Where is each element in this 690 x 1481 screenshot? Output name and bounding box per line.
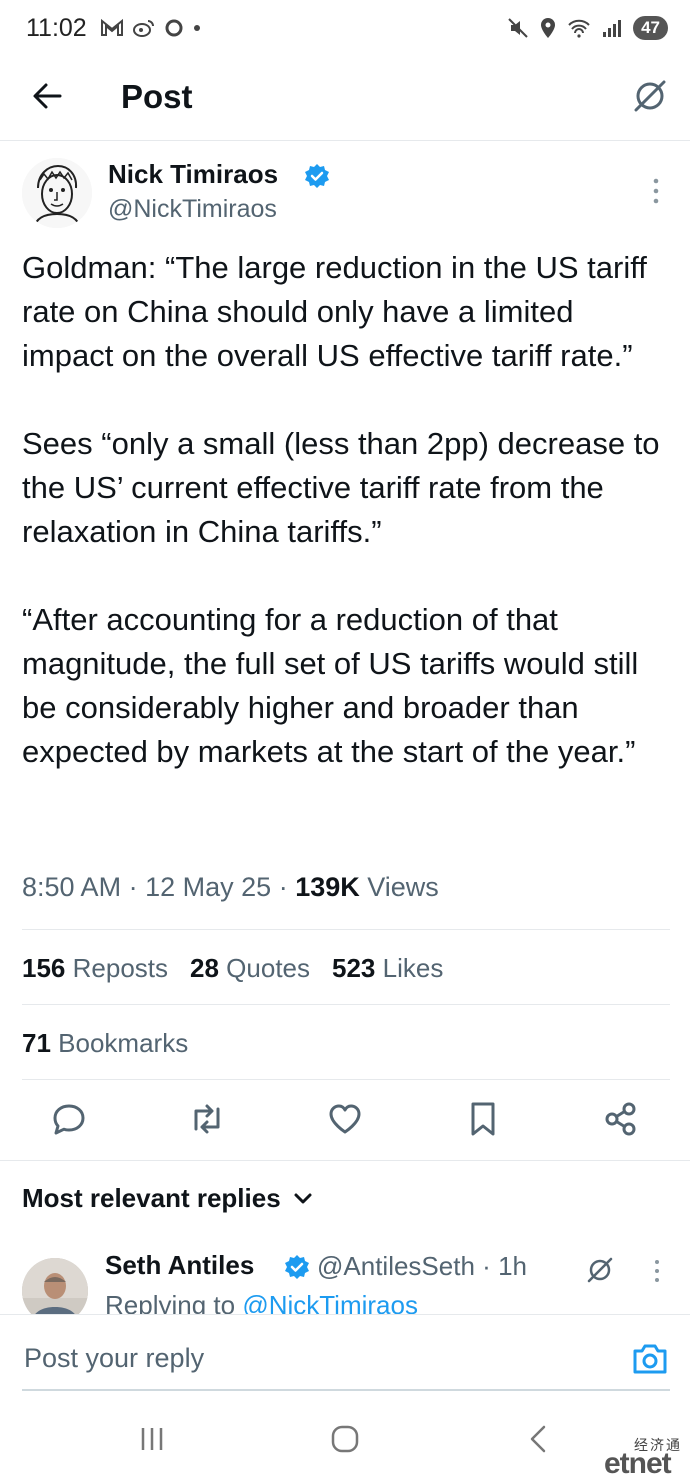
- post-text: Goldman: “The large reduction in the US …: [22, 246, 672, 774]
- system-back-button[interactable]: [516, 1419, 560, 1459]
- more-vertical-icon: [653, 178, 659, 204]
- bookmark-button[interactable]: [461, 1097, 505, 1141]
- mute-icon: [508, 18, 528, 38]
- weibo-icon: [133, 20, 154, 37]
- reposts-count: 156: [22, 953, 66, 983]
- signal-icon: [603, 20, 622, 37]
- bookmarks-label: Bookmarks: [58, 1028, 189, 1058]
- sketch-portrait-icon: [22, 158, 92, 228]
- more-options-button[interactable]: [647, 176, 665, 206]
- camera-icon: [633, 1344, 667, 1374]
- quotes-stat[interactable]: 28 Quotes: [190, 953, 310, 984]
- grok-button[interactable]: [630, 76, 670, 116]
- actions-divider: [0, 1160, 690, 1161]
- quotes-label: Quotes: [226, 953, 310, 983]
- bookmarks-divider: [22, 1079, 670, 1080]
- circle-app-icon: [165, 19, 183, 37]
- verified-badge-icon: [284, 1254, 310, 1280]
- views-count: 139K: [295, 872, 360, 902]
- location-icon: [541, 18, 556, 38]
- grok-icon: [634, 80, 666, 112]
- home-button[interactable]: [323, 1419, 367, 1459]
- reply-more-options-button[interactable]: [650, 1258, 664, 1286]
- share-icon: [605, 1102, 636, 1136]
- repost-button[interactable]: [185, 1097, 229, 1141]
- status-left-icons: [100, 18, 202, 38]
- bookmarks-stat[interactable]: 71 Bookmarks: [22, 1028, 188, 1059]
- composer-underline: [22, 1389, 670, 1391]
- post-paragraph: Goldman: “The large reduction in the US …: [22, 250, 647, 373]
- post-time[interactable]: 8:50 AM: [22, 872, 121, 902]
- meta-divider: [22, 929, 670, 930]
- like-button[interactable]: [323, 1097, 367, 1141]
- reply-input[interactable]: [22, 1337, 586, 1379]
- author-name[interactable]: Nick Timiraos: [108, 159, 278, 190]
- like-icon: [329, 1104, 361, 1134]
- back-button[interactable]: [28, 76, 68, 116]
- author-avatar[interactable]: [22, 158, 92, 228]
- recent-apps-button[interactable]: [130, 1419, 174, 1459]
- views-label: Views: [367, 872, 439, 902]
- bookmark-icon: [471, 1102, 495, 1136]
- watermark-logo: etnet: [604, 1447, 672, 1480]
- reposts-stat[interactable]: 156 Reposts: [22, 953, 168, 984]
- status-time: 11:02: [26, 14, 87, 42]
- status-right-icons: 47: [507, 16, 668, 40]
- replies-sort-dropdown[interactable]: Most relevant replies: [22, 1183, 313, 1214]
- header-divider: [0, 140, 690, 141]
- reply-handle[interactable]: @AntilesSeth: [317, 1251, 475, 1281]
- reposts-label: Reposts: [72, 953, 169, 983]
- recent-apps-icon: [141, 1428, 163, 1450]
- dot-icon: [194, 25, 200, 31]
- likes-count: 523: [332, 953, 376, 983]
- bookmarks-count: 71: [22, 1028, 51, 1058]
- home-icon: [331, 1425, 359, 1453]
- share-button[interactable]: [599, 1097, 643, 1141]
- post-paragraph: Sees “only a small (less than 2pp) decre…: [22, 426, 660, 549]
- grok-icon: [587, 1257, 613, 1283]
- verified-badge-icon: [304, 163, 330, 189]
- meta-separator: ·: [482, 1251, 491, 1281]
- author-handle[interactable]: @NickTimiraos: [108, 195, 277, 224]
- camera-button[interactable]: [630, 1341, 670, 1377]
- likes-stat[interactable]: 523 Likes: [332, 953, 443, 984]
- likes-label: Likes: [382, 953, 444, 983]
- post-date[interactable]: 12 May 25: [145, 872, 271, 902]
- reply-icon: [53, 1104, 85, 1135]
- more-vertical-icon: [655, 1260, 659, 1282]
- stats-divider: [22, 1004, 670, 1005]
- battery-indicator: 47: [633, 16, 668, 40]
- wifi-icon: [568, 19, 590, 38]
- replies-header-label: Most relevant replies: [22, 1183, 281, 1213]
- page-title: Post: [121, 78, 193, 115]
- reply-composer: [0, 1314, 690, 1395]
- system-navigation-bar: 经济通 etnet: [0, 1395, 690, 1480]
- chevron-down-icon: [294, 1193, 312, 1203]
- meta-separator: ·: [128, 872, 138, 902]
- reply-time: 1h: [498, 1251, 527, 1281]
- back-arrow-icon: [33, 83, 62, 109]
- meta-separator: ·: [278, 872, 288, 902]
- quotes-count: 28: [190, 953, 219, 983]
- engagement-stats: 156 Reposts 28 Quotes 523 Likes: [22, 953, 443, 984]
- post-meta: 8:50 AM · 12 May 25 · 139K Views: [22, 872, 439, 903]
- reply-grok-button[interactable]: [585, 1255, 615, 1285]
- chevron-left-icon: [530, 1425, 546, 1453]
- reply-handle-time: @AntilesSeth · 1h: [317, 1251, 527, 1282]
- repost-icon: [194, 1104, 220, 1134]
- gmail-icon: [101, 18, 123, 36]
- post-paragraph: “After accounting for a reduction of tha…: [22, 602, 639, 769]
- reply-author-name[interactable]: Seth Antiles: [105, 1250, 254, 1281]
- reply-button[interactable]: [47, 1097, 91, 1141]
